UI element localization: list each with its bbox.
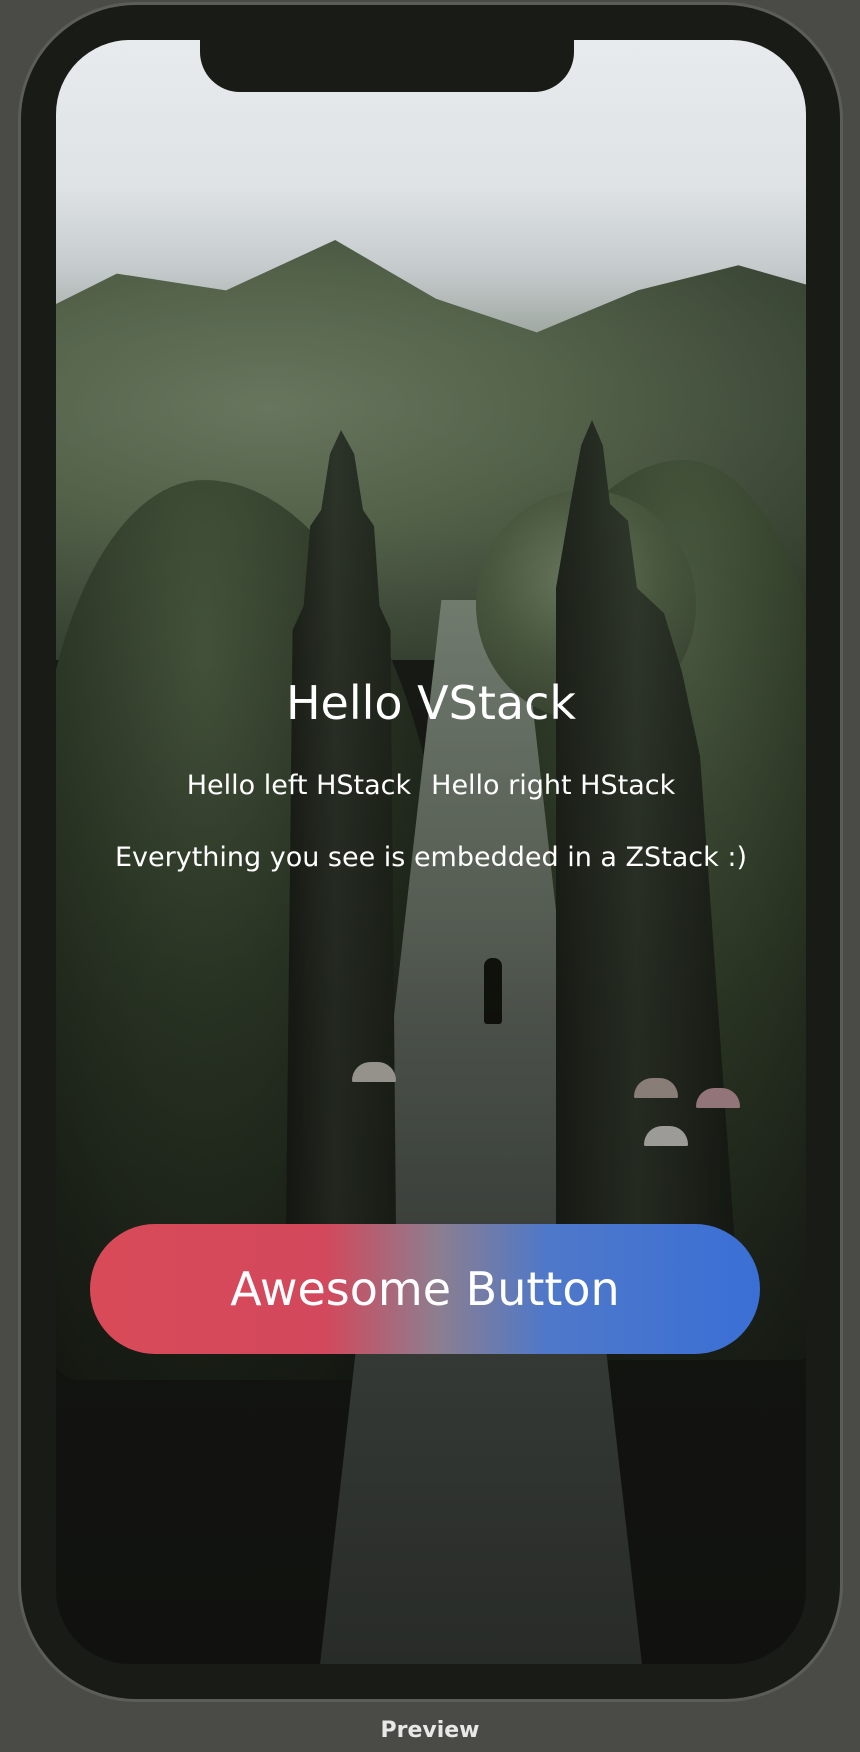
hstack-left-label: Hello left HStack — [186, 770, 412, 801]
zstack-caption: Everything you see is embedded in a ZSta… — [114, 842, 748, 873]
vstack-title: Hello VStack — [285, 676, 577, 730]
preview-label: Preview — [380, 1718, 480, 1743]
awesome-button[interactable]: Awesome Button — [90, 1224, 760, 1354]
hstack-row: Hello left HStack Hello right HStack — [56, 770, 806, 801]
zstack-content: Hello VStack Hello left HStack Hello rig… — [56, 40, 806, 1664]
preview-canvas: Hello VStack Hello left HStack Hello rig… — [0, 0, 860, 1752]
hstack-right-label: Hello right HStack — [431, 770, 676, 801]
